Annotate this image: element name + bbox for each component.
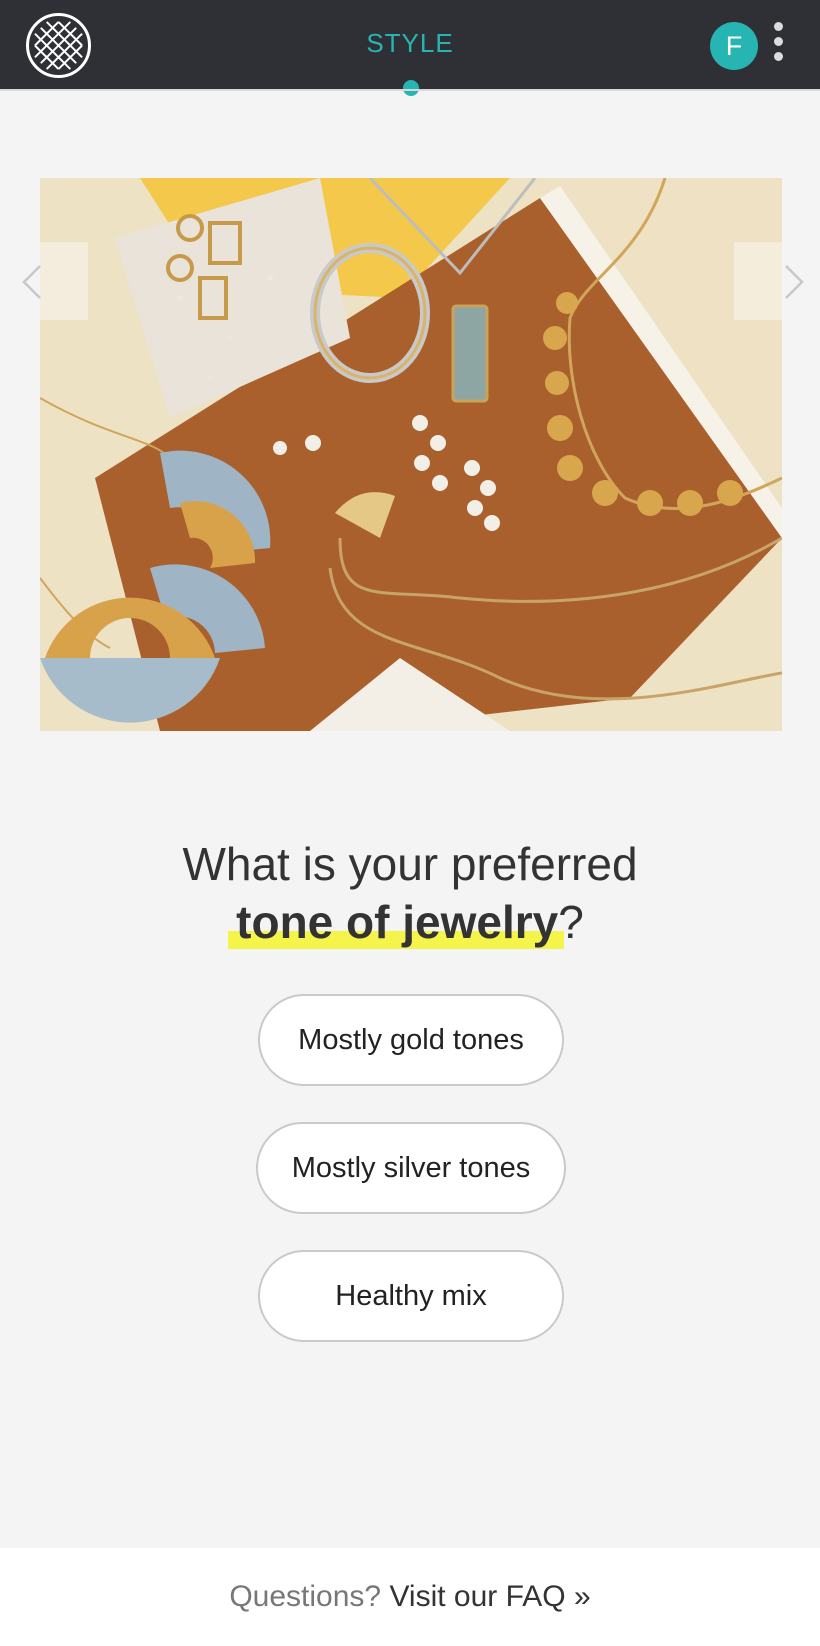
question-line-2: tone of jewelry? [228, 893, 584, 951]
page-title: STYLE [366, 28, 454, 58]
question-heading: What is your preferred tone of jewelry? [0, 835, 820, 951]
avatar[interactable]: F [710, 22, 758, 70]
chevron-left-icon[interactable] [14, 262, 54, 302]
chevron-right-icon[interactable] [772, 262, 812, 302]
question-highlight: tone of jewelry [228, 893, 565, 951]
faq-link[interactable]: Visit our FAQ » [389, 1580, 590, 1613]
active-indicator-dot [403, 80, 419, 96]
header-divider [0, 89, 820, 91]
option-gold-button[interactable]: Mostly gold tones [258, 994, 564, 1086]
top-app-bar: STYLE F [0, 0, 820, 96]
faq-line: Questions? Visit our FAQ » [0, 1580, 820, 1614]
footer: Questions? Visit our FAQ » [0, 1548, 820, 1646]
option-mix-button[interactable]: Healthy mix [258, 1250, 564, 1342]
jewelry-hero-image [40, 178, 782, 731]
question-line-1: What is your preferred [182, 838, 638, 890]
option-silver-button[interactable]: Mostly silver tones [256, 1122, 566, 1214]
questions-label: Questions? [229, 1580, 382, 1613]
more-options-icon[interactable] [772, 22, 784, 70]
